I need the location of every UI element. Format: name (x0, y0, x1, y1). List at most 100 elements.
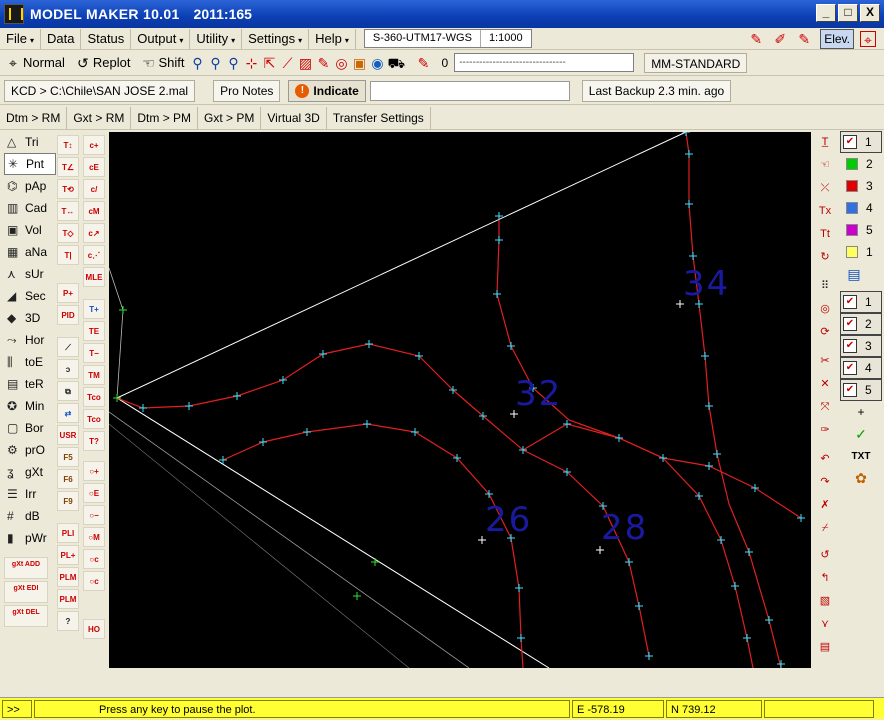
menu-settings[interactable]: Settings ▾ (242, 28, 310, 49)
point-id-icon[interactable]: PID (57, 305, 79, 325)
cogo-slash-icon[interactable]: c/ (83, 179, 105, 199)
gxt-edi-button[interactable]: gXt EDI (4, 581, 48, 603)
f6-key[interactable]: F6 (57, 469, 79, 489)
app-icon[interactable] (4, 4, 24, 24)
pen-cross-icon[interactable]: ✑ (814, 419, 836, 441)
target-icon[interactable]: ◎ (334, 55, 350, 71)
arc2-icon[interactable]: ↷ (814, 471, 836, 493)
module-3d[interactable]: ◆ 3D (4, 307, 56, 329)
menu-output[interactable]: Output ▾ (131, 28, 191, 49)
group-2[interactable]: ✔ 2 (840, 313, 882, 335)
f5-key[interactable]: F5 (57, 447, 79, 467)
cogo-dots-icon[interactable]: c⋰ (83, 245, 105, 265)
text-move-icon[interactable]: T↔ (57, 201, 79, 221)
dtm-rm-button[interactable]: Dtm > RM (0, 106, 68, 129)
grid-dots-icon[interactable]: ⠿ (814, 275, 836, 297)
move-icon[interactable]: ⇱ (262, 55, 278, 71)
circle-m-icon[interactable]: ○M (83, 527, 105, 547)
text-e-icon[interactable]: TE (83, 321, 105, 341)
arrow-icon[interactable]: ⇄ (57, 403, 79, 423)
f9-key[interactable]: F9 (57, 491, 79, 511)
circle-plus-icon[interactable]: ○+ (83, 461, 105, 481)
hand-edit-icon[interactable]: ☜ (814, 154, 836, 176)
command-prompt[interactable]: >> (2, 699, 32, 718)
copy-icon[interactable]: ⧉ (57, 381, 79, 401)
module-gxt[interactable]: ʓ gXt (4, 461, 56, 483)
fill-icon[interactable]: ▨ (298, 55, 314, 71)
text-xy-icon[interactable]: Tx (814, 200, 836, 222)
cogo-arrow-icon[interactable]: c↗ (83, 223, 105, 243)
cogo-m-icon[interactable]: cM (83, 201, 105, 221)
module-pap[interactable]: ⌬ pAp (4, 175, 56, 197)
module-tri[interactable]: △ Tri (4, 131, 56, 153)
curve-edit-icon[interactable]: ⤫ (814, 177, 836, 199)
help-query-icon[interactable]: ? (57, 611, 79, 631)
module-irr[interactable]: ☰ Irr (4, 483, 56, 505)
circle-c-icon[interactable]: ○c (83, 549, 105, 569)
minimize-button[interactable]: _ (816, 4, 836, 22)
user-icon[interactable]: USR (57, 425, 79, 445)
text-co-icon[interactable]: Tco (83, 387, 105, 407)
kcd-path[interactable]: KCD > C:\Chile\SAN JOSE 2.mal (4, 79, 196, 102)
pen-color-icon[interactable]: ✎ (416, 55, 432, 71)
gxt-pm-button[interactable]: Gxt > PM (198, 106, 262, 129)
layer-4[interactable]: 4 (840, 197, 882, 219)
x-cut-icon[interactable]: ✗ (814, 494, 836, 516)
offset-icon[interactable]: ↰ (814, 567, 836, 589)
module-ter[interactable]: ▤ teR (4, 373, 56, 395)
pl-i-add-icon[interactable]: PL+ (57, 545, 79, 565)
trim-icon[interactable]: ⌿ (814, 517, 836, 539)
line-type-select[interactable]: -------------------------------- (454, 53, 635, 72)
module-vol[interactable]: ▣ Vol (4, 219, 56, 241)
text-size-icon[interactable]: T◇ (57, 223, 79, 243)
view-toggle-icon[interactable]: ⌖ (860, 30, 876, 48)
menu-data[interactable]: Data (41, 28, 82, 49)
gxt-rm-button[interactable]: Gxt > RM (67, 106, 132, 129)
text-plus-icon[interactable]: T+ (83, 299, 105, 319)
replot-button[interactable]: ↺ Replot (70, 52, 136, 74)
pl-i-m2-icon[interactable]: PLM (57, 589, 79, 609)
menu-utility[interactable]: Utility ▾ (190, 28, 243, 49)
text-rotate-icon[interactable]: T⟲ (57, 179, 79, 199)
pen-red-icon[interactable]: ✐ (772, 31, 788, 47)
text-query-icon[interactable]: T? (83, 431, 105, 451)
virtual-3d-button[interactable]: Virtual 3D (261, 106, 327, 129)
module-min[interactable]: ✪ Min (4, 395, 56, 417)
palette-button[interactable]: ✿ (840, 467, 882, 489)
pl-i-icon[interactable]: PLI (57, 523, 79, 543)
circle-c2-icon[interactable]: ○c (83, 571, 105, 591)
shift-button[interactable]: ☜ Shift (135, 52, 189, 74)
module-db[interactable]: # dB (4, 505, 56, 527)
menu-help[interactable]: Help ▾ (309, 28, 356, 49)
pen-tool-icon[interactable]: ✎ (748, 31, 764, 47)
module-pnt[interactable]: ✳ Pnt (4, 153, 56, 175)
globe-icon[interactable]: ◉ (370, 55, 386, 71)
layer-list-button[interactable]: ▤ (840, 263, 882, 285)
module-pwr[interactable]: ▮ pWr (4, 527, 56, 549)
ho-new-icon[interactable]: HO (83, 619, 105, 639)
menu-status[interactable]: Status (81, 28, 132, 49)
plot-canvas[interactable]: 34 32 26 28 (109, 132, 811, 668)
text-tool-icon[interactable]: T↕ (57, 135, 79, 155)
point-add-icon[interactable]: P+ (57, 283, 79, 303)
truck-icon[interactable]: ⛟ (388, 55, 406, 71)
transfer-settings-button[interactable]: Transfer Settings (327, 106, 431, 129)
check-green-button[interactable]: ✓ (840, 423, 882, 445)
maximize-button[interactable]: □ (838, 4, 858, 22)
module-bor[interactable]: ▢ Bor (4, 417, 56, 439)
module-pro[interactable]: ⚙ prO (4, 439, 56, 461)
text-edit-icon[interactable]: T∠ (57, 157, 79, 177)
menu-file[interactable]: File ▾ (0, 28, 41, 49)
cogo-mle-icon[interactable]: MLE (83, 267, 105, 287)
lock-icon[interactable]: ▣ (352, 55, 368, 71)
module-cad[interactable]: ▥ Cad (4, 197, 56, 219)
pencil-icon[interactable]: ✎ (316, 55, 332, 71)
text-m-icon[interactable]: TM (83, 365, 105, 385)
module-sur[interactable]: ⋏ sUr (4, 263, 56, 285)
rotate-circle-icon[interactable]: ⟳ (814, 321, 836, 343)
normal-button[interactable]: ⌖ Normal (0, 52, 70, 74)
layers-small-icon[interactable]: ▤ (814, 636, 836, 658)
draw-line-icon[interactable]: ⟋ (57, 337, 79, 357)
module-sec[interactable]: ◢ Sec (4, 285, 56, 307)
arc-point-icon[interactable]: ↺ (814, 544, 836, 566)
